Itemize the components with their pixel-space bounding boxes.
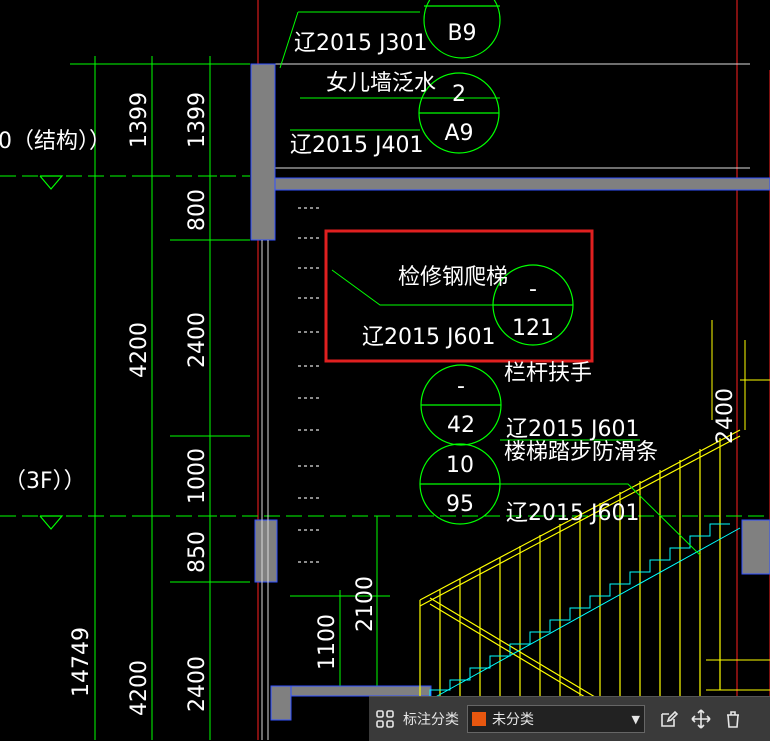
level-3f-text: （3F））: [4, 469, 86, 494]
annotation-category-label: 标注分类: [403, 712, 459, 728]
dim-1000: 1000: [185, 448, 210, 504]
bubble-d-top: -: [457, 374, 465, 399]
ref-b-text: 辽2015 J401: [290, 133, 423, 158]
dim-850: 850: [185, 531, 210, 573]
chevron-down-icon: ▼: [631, 712, 640, 726]
ref-a-text: 辽2015 J301: [294, 31, 427, 56]
dim-2400-c: 2400: [713, 388, 738, 444]
level-marker-struct: [39, 175, 64, 190]
bubble-e-bottom: 95: [446, 492, 474, 517]
dim-4200-b: 4200: [127, 660, 152, 716]
level-struct-text: 0（结构））: [0, 129, 111, 154]
stair-steps: [429, 523, 741, 701]
dim-1399-a: 1399: [127, 92, 152, 148]
ref-d-text: 辽2015 J601: [506, 417, 639, 442]
cad-drawing-canvas[interactable]: 辽2015 J301 B9 女儿墙泛水 2 A9 辽2015 J401 0（结构…: [0, 0, 770, 740]
move-icon[interactable]: [685, 703, 717, 735]
dim-800: 800: [185, 189, 210, 231]
bubble-c-bottom: 121: [512, 316, 554, 341]
bubble-e-top: 10: [446, 453, 474, 478]
dim-2400-a: 2400: [185, 312, 210, 368]
note-railing: 栏杆扶手: [504, 361, 592, 386]
ref-c-text: 辽2015 J601: [362, 325, 495, 350]
delete-icon[interactable]: [717, 703, 749, 735]
dim-1399-b: 1399: [185, 92, 210, 148]
bubble-d-bottom: 42: [447, 413, 475, 438]
note-antislip: 楼梯踏步防滑条: [504, 440, 658, 465]
bubble-b-top: 2: [452, 82, 466, 107]
edit-icon[interactable]: [653, 703, 685, 735]
category-select-value: 未分类: [492, 712, 534, 728]
note-parapet: 女儿墙泛水: [326, 71, 436, 96]
right-stair-section: [706, 320, 770, 691]
dim-1100: 1100: [315, 614, 340, 670]
bubble-b-bottom: A9: [444, 121, 473, 146]
bubble-a-bottom: B9: [447, 21, 476, 46]
dim-2100: 2100: [353, 576, 378, 632]
note-ladder: 检修钢爬梯: [398, 265, 508, 290]
bubble-c-top: -: [529, 277, 537, 302]
ladder-rails: [261, 240, 269, 740]
level-marker-3f: [39, 515, 64, 530]
ladder-rungs: [298, 207, 320, 563]
grid-layout-icon[interactable]: [369, 703, 401, 735]
category-color-swatch: [472, 712, 486, 726]
dim-14749: 14749: [69, 627, 94, 697]
dim-2400-b: 2400: [185, 656, 210, 712]
ref-e-text: 辽2015 J601: [506, 501, 639, 526]
annotation-toolbar: 标注分类 未分类 ▼: [369, 696, 770, 741]
category-select[interactable]: 未分类 ▼: [467, 705, 645, 733]
dim-4200-a: 4200: [127, 322, 152, 378]
dimension-chains: [88, 56, 390, 740]
